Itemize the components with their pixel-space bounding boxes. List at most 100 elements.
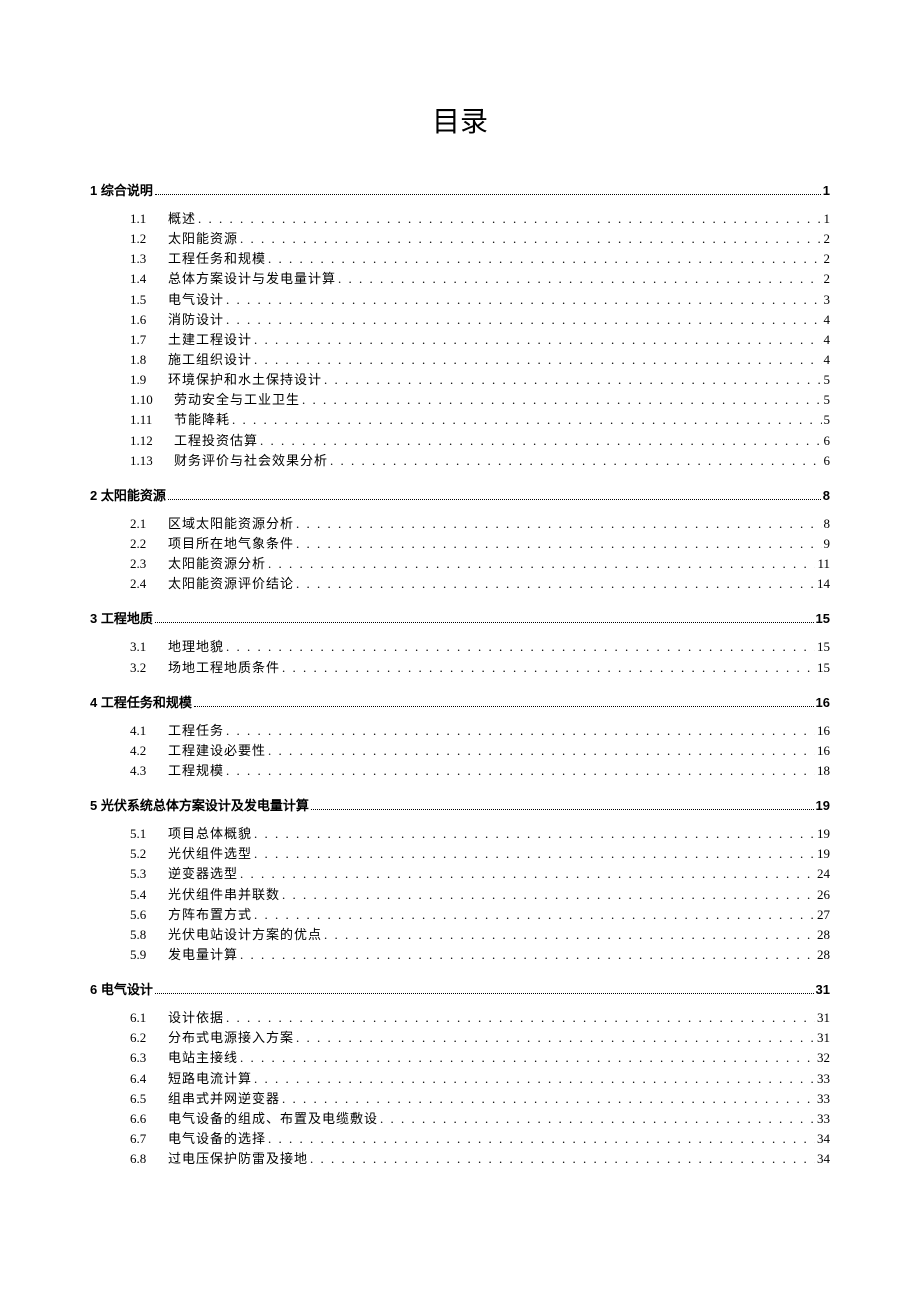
- toc-chapter-page: 31: [816, 982, 830, 997]
- toc-sub-row[interactable]: 5.8光伏电站设计方案的优点. . . . . . . . . . . . . …: [130, 925, 830, 945]
- toc-leader: . . . . . . . . . . . . . . . . . . . . …: [282, 1089, 815, 1109]
- toc-chapter-row[interactable]: 5 光伏系统总体方案设计及发电量计算19: [90, 795, 830, 814]
- toc-sub-label: 太阳能资源分析: [168, 554, 266, 574]
- toc-sub-row[interactable]: 1.2太阳能资源. . . . . . . . . . . . . . . . …: [130, 229, 830, 249]
- toc-sub-page: 2: [824, 229, 831, 249]
- toc-sub-page: 15: [817, 637, 830, 657]
- toc-sub-label: 区域太阳能资源分析: [168, 514, 294, 534]
- toc-sub-row[interactable]: 1.4总体方案设计与发电量计算. . . . . . . . . . . . .…: [130, 269, 830, 289]
- toc-sub-row[interactable]: 6.6电气设备的组成、布置及电缆敷设. . . . . . . . . . . …: [130, 1109, 830, 1129]
- toc-sub-label: 财务评价与社会效果分析: [174, 451, 328, 471]
- toc-sub-row[interactable]: 6.8过电压保护防雷及接地. . . . . . . . . . . . . .…: [130, 1149, 830, 1169]
- toc-sub-number: 4.3: [130, 761, 168, 781]
- toc-sub-label: 节能降耗: [174, 410, 230, 430]
- toc-sub-block: 1.1概述. . . . . . . . . . . . . . . . . .…: [90, 209, 830, 471]
- toc-sub-label: 光伏电站设计方案的优点: [168, 925, 322, 945]
- toc-sub-row[interactable]: 4.3工程规模. . . . . . . . . . . . . . . . .…: [130, 761, 830, 781]
- toc-sub-row[interactable]: 2.3太阳能资源分析. . . . . . . . . . . . . . . …: [130, 554, 830, 574]
- toc-sub-row[interactable]: 6.7电气设备的选择. . . . . . . . . . . . . . . …: [130, 1129, 830, 1149]
- toc-sub-row[interactable]: 3.1地理地貌. . . . . . . . . . . . . . . . .…: [130, 637, 830, 657]
- toc-leader: . . . . . . . . . . . . . . . . . . . . …: [260, 431, 821, 451]
- toc-sub-row[interactable]: 5.3逆变器选型. . . . . . . . . . . . . . . . …: [130, 864, 830, 884]
- toc-sub-label: 光伏组件串并联数: [168, 885, 280, 905]
- toc-sub-row[interactable]: 1.13财务评价与社会效果分析. . . . . . . . . . . . .…: [130, 451, 830, 471]
- toc-sub-row[interactable]: 5.2光伏组件选型. . . . . . . . . . . . . . . .…: [130, 844, 830, 864]
- toc-chapter-row[interactable]: 3 工程地质15: [90, 608, 830, 627]
- toc-sub-row[interactable]: 1.12工程投资估算. . . . . . . . . . . . . . . …: [130, 431, 830, 451]
- toc-sub-row[interactable]: 6.2分布式电源接入方案. . . . . . . . . . . . . . …: [130, 1028, 830, 1048]
- toc-title: 目录: [90, 100, 830, 140]
- toc-sub-row[interactable]: 6.4短路电流计算. . . . . . . . . . . . . . . .…: [130, 1069, 830, 1089]
- toc-sub-row[interactable]: 5.1项目总体概貌. . . . . . . . . . . . . . . .…: [130, 824, 830, 844]
- toc-sub-number: 5.9: [130, 945, 168, 965]
- toc-sub-row[interactable]: 5.4光伏组件串并联数. . . . . . . . . . . . . . .…: [130, 885, 830, 905]
- toc-sub-row[interactable]: 1.7土建工程设计. . . . . . . . . . . . . . . .…: [130, 330, 830, 350]
- toc-sub-block: 3.1地理地貌. . . . . . . . . . . . . . . . .…: [90, 637, 830, 677]
- toc-sub-row[interactable]: 5.6方阵布置方式. . . . . . . . . . . . . . . .…: [130, 905, 830, 925]
- toc-chapter-row[interactable]: 4 工程任务和规模 16: [90, 692, 830, 711]
- toc-sub-label: 电气设备的组成、布置及电缆敷设: [168, 1109, 378, 1129]
- toc-sub-row[interactable]: 4.2工程建设必要性. . . . . . . . . . . . . . . …: [130, 741, 830, 761]
- toc-sub-label: 组串式并网逆变器: [168, 1089, 280, 1109]
- toc-sub-page: 27: [817, 905, 830, 925]
- toc-sub-row[interactable]: 1.11节能降耗. . . . . . . . . . . . . . . . …: [130, 410, 830, 430]
- toc-leader: . . . . . . . . . . . . . . . . . . . . …: [226, 637, 815, 657]
- toc-sub-row[interactable]: 1.9环境保护和水土保持设计. . . . . . . . . . . . . …: [130, 370, 830, 390]
- toc-sub-row[interactable]: 6.5组串式并网逆变器. . . . . . . . . . . . . . .…: [130, 1089, 830, 1109]
- toc-sub-number: 5.3: [130, 864, 168, 884]
- toc-container: 1 综合说明1 1.1概述. . . . . . . . . . . . . . …: [90, 180, 830, 1169]
- toc-sub-row[interactable]: 3.2场地工程地质条件. . . . . . . . . . . . . . .…: [130, 658, 830, 678]
- toc-leader: . . . . . . . . . . . . . . . . . . . . …: [268, 1129, 815, 1149]
- toc-chapter-row[interactable]: 6 电气设计31: [90, 979, 830, 998]
- toc-sub-row[interactable]: 5.9发电量计算. . . . . . . . . . . . . . . . …: [130, 945, 830, 965]
- toc-sub-number: 6.2: [130, 1028, 168, 1048]
- toc-leader: . . . . . . . . . . . . . . . . . . . . …: [324, 370, 821, 390]
- toc-sub-page: 15: [817, 658, 830, 678]
- toc-sub-page: 19: [817, 824, 830, 844]
- toc-chapter-row[interactable]: 2 太阳能资源8: [90, 485, 830, 504]
- toc-leader: . . . . . . . . . . . . . . . . . . . . …: [226, 721, 815, 741]
- toc-sub-number: 1.5: [130, 290, 168, 310]
- toc-sub-label: 概述: [168, 209, 196, 229]
- toc-sub-label: 方阵布置方式: [168, 905, 252, 925]
- toc-sub-label: 发电量计算: [168, 945, 238, 965]
- toc-sub-row[interactable]: 2.1区域太阳能资源分析. . . . . . . . . . . . . . …: [130, 514, 830, 534]
- toc-sub-row[interactable]: 1.5电气设计. . . . . . . . . . . . . . . . .…: [130, 290, 830, 310]
- toc-sub-label: 光伏组件选型: [168, 844, 252, 864]
- toc-chapter-row[interactable]: 1 综合说明1: [90, 180, 830, 199]
- toc-sub-page: 2: [824, 249, 831, 269]
- toc-sub-page: 28: [817, 925, 830, 945]
- toc-sub-block: 6.1设计依据. . . . . . . . . . . . . . . . .…: [90, 1008, 830, 1169]
- toc-leader: . . . . . . . . . . . . . . . . . . . . …: [338, 269, 821, 289]
- toc-sub-number: 1.6: [130, 310, 168, 330]
- toc-sub-row[interactable]: 2.4太阳能资源评价结论. . . . . . . . . . . . . . …: [130, 574, 830, 594]
- toc-sub-number: 1.13: [130, 451, 174, 471]
- toc-sub-number: 6.3: [130, 1048, 168, 1068]
- toc-leader: . . . . . . . . . . . . . . . . . . . . …: [380, 1109, 815, 1129]
- toc-chapter-label: 4 工程任务和规模: [90, 692, 192, 711]
- toc-sub-row[interactable]: 1.8施工组织设计. . . . . . . . . . . . . . . .…: [130, 350, 830, 370]
- toc-sub-number: 5.2: [130, 844, 168, 864]
- toc-chapter-page: 8: [823, 488, 830, 503]
- toc-leader: . . . . . . . . . . . . . . . . . . . . …: [296, 574, 815, 594]
- toc-sub-row[interactable]: 2.2项目所在地气象条件. . . . . . . . . . . . . . …: [130, 534, 830, 554]
- toc-leader: . . . . . . . . . . . . . . . . . . . . …: [226, 1008, 815, 1028]
- toc-sub-row[interactable]: 6.1设计依据. . . . . . . . . . . . . . . . .…: [130, 1008, 830, 1028]
- toc-sub-row[interactable]: 4.1工程任务. . . . . . . . . . . . . . . . .…: [130, 721, 830, 741]
- toc-sub-label: 劳动安全与工业卫生: [174, 390, 300, 410]
- toc-sub-label: 电站主接线: [168, 1048, 238, 1068]
- toc-chapter-page: 19: [816, 798, 830, 813]
- toc-sub-row[interactable]: 1.3工程任务和规模. . . . . . . . . . . . . . . …: [130, 249, 830, 269]
- toc-sub-row[interactable]: 1.10劳动安全与工业卫生. . . . . . . . . . . . . .…: [130, 390, 830, 410]
- toc-chapter-page: 16: [816, 695, 830, 710]
- toc-sub-number: 1.8: [130, 350, 168, 370]
- toc-sub-row[interactable]: 1.6消防设计. . . . . . . . . . . . . . . . .…: [130, 310, 830, 330]
- toc-sub-page: 33: [817, 1109, 830, 1129]
- toc-chapter-page: 15: [816, 611, 830, 626]
- toc-sub-number: 6.7: [130, 1129, 168, 1149]
- toc-sub-page: 33: [817, 1069, 830, 1089]
- toc-sub-row[interactable]: 1.1概述. . . . . . . . . . . . . . . . . .…: [130, 209, 830, 229]
- toc-sub-block: 2.1区域太阳能资源分析. . . . . . . . . . . . . . …: [90, 514, 830, 595]
- toc-sub-label: 分布式电源接入方案: [168, 1028, 294, 1048]
- toc-sub-row[interactable]: 6.3电站主接线. . . . . . . . . . . . . . . . …: [130, 1048, 830, 1068]
